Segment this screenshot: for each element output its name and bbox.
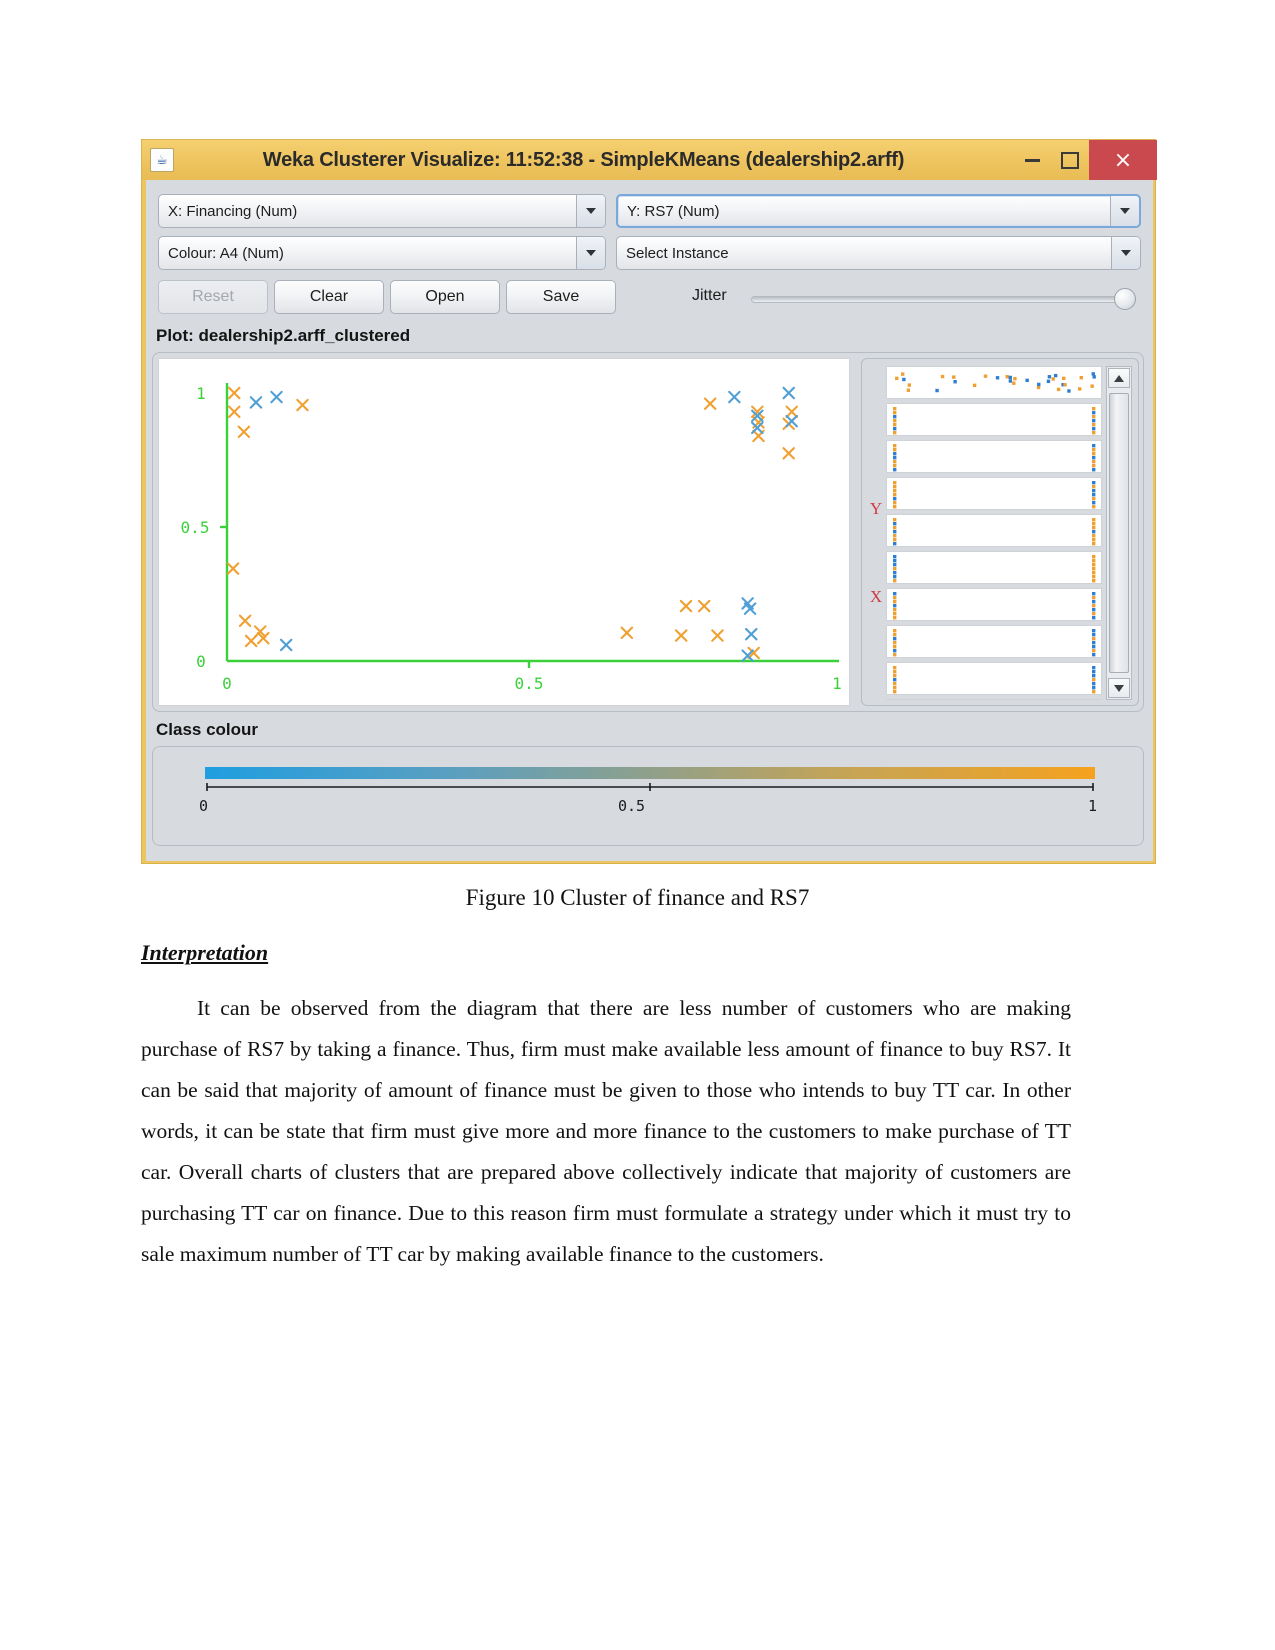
attribute-strip[interactable]: [886, 514, 1102, 547]
window-title: Weka Clusterer Visualize: 11:52:38 - Sim…: [262, 148, 905, 171]
attribute-strip[interactable]: [886, 440, 1102, 473]
colour-select-value: Colour: A4 (Num): [168, 244, 284, 262]
scatter-plot-canvas[interactable]: 1 0.5 0 0 0.5 1: [158, 358, 850, 706]
attribute-strip[interactable]: [886, 662, 1102, 695]
plot-container: 1 0.5 0 0 0.5 1 Y X: [152, 352, 1144, 712]
attribute-strip[interactable]: [886, 625, 1102, 658]
instance-select-value: Select Instance: [626, 244, 729, 262]
svg-text:0: 0: [222, 674, 232, 693]
clear-button[interactable]: Clear: [274, 280, 384, 314]
chevron-down-icon[interactable]: [576, 195, 605, 227]
attribute-strip[interactable]: [886, 699, 1102, 700]
svg-text:0: 0: [196, 652, 206, 671]
scroll-down-arrow-icon[interactable]: [1108, 678, 1130, 698]
class-colour-container: 0 0.5 1: [152, 746, 1144, 846]
scroll-up-arrow-icon[interactable]: [1108, 368, 1130, 388]
svg-text:0.5: 0.5: [181, 518, 210, 537]
class-colour-label: Class colour: [156, 720, 259, 739]
class-colour-mid-label: 0.5: [618, 797, 646, 815]
class-colour-gradient: [205, 767, 1095, 779]
svg-text:1: 1: [832, 674, 842, 693]
x-axis-select-value: X: Financing (Num): [168, 202, 298, 220]
figure-caption: Figure 10 Cluster of finance and RS7: [465, 885, 810, 910]
scatter-plot-svg: 1 0.5 00 0.5 1: [181, 383, 842, 693]
minimize-button[interactable]: [1013, 141, 1051, 179]
attribute-scrollbar[interactable]: [1106, 366, 1132, 700]
y-axis-select-value: Y: RS7 (Num): [627, 202, 720, 220]
chevron-down-icon[interactable]: [576, 237, 605, 269]
java-coffee-cup-icon: ☕: [150, 148, 174, 172]
open-button[interactable]: Open: [390, 280, 500, 314]
attribute-strip[interactable]: [886, 588, 1102, 621]
save-button[interactable]: Save: [506, 280, 616, 314]
visualize-panel: X: Financing (Num) Y: RS7 (Num) Colour: …: [146, 180, 1153, 861]
maximize-button[interactable]: [1051, 141, 1089, 179]
attribute-strip-list[interactable]: [886, 366, 1102, 700]
svg-text:1: 1: [196, 384, 206, 403]
close-button[interactable]: ×: [1089, 140, 1157, 180]
window-titlebar[interactable]: ☕ Weka Clusterer Visualize: 11:52:38 - S…: [142, 140, 1157, 180]
interpretation-heading: Interpretation: [141, 940, 269, 965]
attribute-strip[interactable]: [886, 477, 1102, 510]
scrollbar-thumb[interactable]: [1109, 393, 1129, 673]
plot-title: Plot: dealership2.arff_clustered: [156, 326, 411, 345]
attribute-panel: Y X: [861, 358, 1139, 706]
x-axis-select[interactable]: X: Financing (Num): [158, 194, 606, 228]
jitter-label: Jitter: [692, 287, 727, 304]
svg-text:0.5: 0.5: [515, 674, 544, 693]
class-colour-max-label: 1: [1088, 797, 1098, 815]
attribute-strip[interactable]: [886, 551, 1102, 584]
y-axis-select[interactable]: Y: RS7 (Num): [616, 194, 1141, 228]
reset-button[interactable]: Reset: [158, 280, 268, 314]
weka-visualize-window: ☕ Weka Clusterer Visualize: 11:52:38 - S…: [141, 139, 1157, 864]
class-colour-axis: [206, 783, 1094, 791]
attribute-x-marker: X: [869, 587, 883, 606]
attribute-strip[interactable]: [886, 403, 1102, 436]
jitter-slider-track[interactable]: [751, 296, 1118, 303]
class-colour-min-label: 0: [199, 797, 209, 815]
attribute-strip[interactable]: [886, 366, 1102, 399]
chevron-down-icon[interactable]: [1110, 196, 1139, 226]
attribute-y-marker: Y: [869, 499, 883, 518]
instance-select[interactable]: Select Instance: [616, 236, 1141, 270]
jitter-slider-knob[interactable]: [1114, 288, 1136, 310]
colour-select[interactable]: Colour: A4 (Num): [158, 236, 606, 270]
chevron-down-icon[interactable]: [1111, 237, 1140, 269]
interpretation-paragraph: It can be observed from the diagram that…: [141, 996, 1071, 1266]
